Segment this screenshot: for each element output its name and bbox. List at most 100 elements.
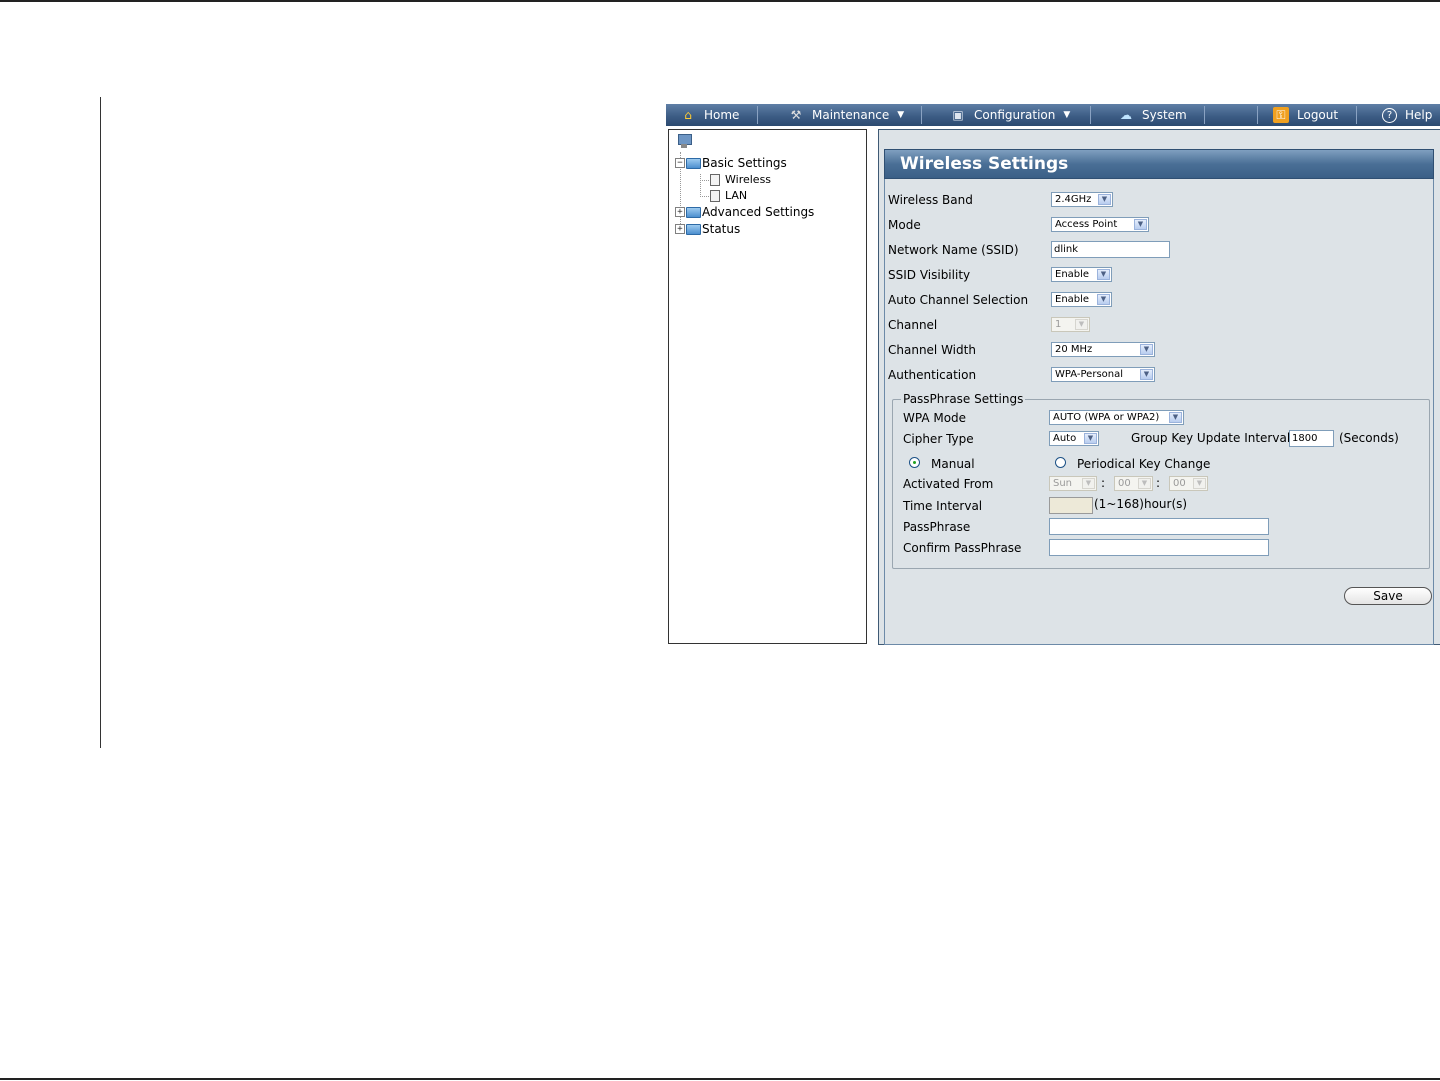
activated-day-value: Sun bbox=[1053, 478, 1073, 489]
main-panel: Wireless Settings Wireless Band 2.4GHz ▼… bbox=[878, 129, 1440, 645]
time-interval-hint: (1~168)hour(s) bbox=[1094, 497, 1188, 511]
menu-maintenance-label: Maintenance bbox=[812, 108, 890, 122]
auto-channel-select[interactable]: Enable ▼ bbox=[1051, 292, 1112, 307]
authentication-select[interactable]: WPA-Personal ▼ bbox=[1051, 367, 1155, 382]
channel-width-select[interactable]: 20 MHz ▼ bbox=[1051, 342, 1155, 357]
ssid-visibility-value: Enable bbox=[1055, 269, 1090, 280]
activated-hour-value: 00 bbox=[1118, 478, 1131, 489]
menu-logout[interactable]: ⚿ Logout bbox=[1273, 104, 1338, 126]
chevron-down-icon: ▼ bbox=[1134, 219, 1147, 230]
disk-icon: ▣ bbox=[952, 108, 964, 122]
passphrase-settings-legend: PassPhrase Settings bbox=[903, 392, 1024, 406]
menu-configuration[interactable]: ▣ Configuration ▼ bbox=[950, 104, 1070, 126]
chevron-down-icon: ▼ bbox=[1084, 433, 1097, 444]
menu-logout-label: Logout bbox=[1297, 108, 1339, 122]
confirm-passphrase-label: Confirm PassPhrase bbox=[903, 541, 1022, 555]
tree-node-advanced-settings[interactable]: + Advanced Settings bbox=[675, 205, 814, 219]
auto-channel-label: Auto Channel Selection bbox=[888, 293, 1029, 307]
expand-icon[interactable]: + bbox=[675, 224, 685, 234]
top-menubar: ⌂ Home ⚒ Maintenance ▼ ▣ Configuration ▼… bbox=[666, 104, 1440, 126]
passphrase-input[interactable] bbox=[1049, 518, 1269, 535]
channel-label: Channel bbox=[888, 318, 938, 332]
chevron-down-icon: ▼ bbox=[1098, 194, 1111, 205]
activated-day-select[interactable]: Sun ▼ bbox=[1049, 476, 1097, 491]
tree-line bbox=[700, 180, 709, 181]
wireless-band-label: Wireless Band bbox=[888, 193, 973, 207]
chevron-down-icon: ▼ bbox=[1138, 478, 1151, 489]
tree-node-lan[interactable]: LAN bbox=[710, 189, 747, 202]
navigation-tree: − Basic Settings Wireless LAN + Advanced… bbox=[668, 129, 867, 644]
cipher-type-select[interactable]: Auto ▼ bbox=[1049, 431, 1099, 446]
tools-icon: ⚒ bbox=[790, 108, 802, 122]
wireless-band-select[interactable]: 2.4GHz ▼ bbox=[1051, 192, 1113, 207]
menu-separator bbox=[1356, 106, 1357, 124]
wireless-settings-form: Wireless Band 2.4GHz ▼ Mode Access Point… bbox=[884, 179, 1434, 645]
activated-from-label: Activated From bbox=[903, 477, 994, 491]
group-key-input[interactable]: 1800 bbox=[1289, 430, 1334, 447]
tree-node-basic-settings[interactable]: − Basic Settings bbox=[675, 156, 787, 170]
menu-system-label: System bbox=[1142, 108, 1187, 122]
group-key-label: Group Key Update Interval bbox=[1131, 431, 1291, 445]
home-icon: ⌂ bbox=[684, 108, 692, 122]
periodical-key-change-label: Periodical Key Change bbox=[1077, 457, 1211, 471]
channel-select[interactable]: 1 ▼ bbox=[1051, 317, 1090, 332]
tree-label: Status bbox=[702, 222, 741, 236]
periodical-key-change-radio[interactable] bbox=[1055, 457, 1066, 468]
menu-maintenance[interactable]: ⚒ Maintenance ▼ bbox=[788, 104, 905, 126]
router-web-ui: ⌂ Home ⚒ Maintenance ▼ ▣ Configuration ▼… bbox=[666, 104, 1440, 645]
chevron-down-icon: ▼ bbox=[1075, 319, 1088, 330]
channel-width-label: Channel Width bbox=[888, 343, 976, 357]
menu-separator bbox=[757, 106, 758, 124]
page-icon bbox=[710, 189, 720, 202]
tree-line bbox=[700, 196, 709, 197]
wpa-mode-value: AUTO (WPA or WPA2) bbox=[1053, 412, 1160, 423]
page-top-rule bbox=[0, 0, 1440, 2]
menu-system[interactable]: ☁ System bbox=[1118, 104, 1187, 126]
auto-channel-value: Enable bbox=[1055, 294, 1090, 305]
folder-icon bbox=[686, 206, 701, 218]
time-interval-input[interactable] bbox=[1049, 497, 1093, 514]
tree-node-status[interactable]: + Status bbox=[675, 222, 740, 236]
time-separator: : bbox=[1156, 476, 1161, 490]
tree-label: LAN bbox=[725, 189, 748, 202]
page-icon bbox=[710, 173, 720, 186]
wireless-band-value: 2.4GHz bbox=[1055, 194, 1092, 205]
tree-node-wireless[interactable]: Wireless bbox=[710, 173, 771, 186]
manual-radio[interactable] bbox=[909, 457, 920, 468]
ssid-visibility-select[interactable]: Enable ▼ bbox=[1051, 267, 1112, 282]
activated-hour-select[interactable]: 00 ▼ bbox=[1114, 476, 1153, 491]
confirm-passphrase-input[interactable] bbox=[1049, 539, 1269, 556]
page-title: Wireless Settings bbox=[900, 154, 1069, 174]
time-interval-label: Time Interval bbox=[903, 499, 983, 513]
ssid-input[interactable]: dlink bbox=[1051, 241, 1170, 258]
chevron-down-icon: ▼ bbox=[1063, 110, 1071, 120]
authentication-value: WPA-Personal bbox=[1055, 369, 1124, 380]
cipher-type-label: Cipher Type bbox=[903, 432, 974, 446]
chevron-down-icon: ▼ bbox=[1140, 344, 1153, 355]
activated-minute-value: 00 bbox=[1173, 478, 1186, 489]
menu-separator bbox=[1204, 106, 1205, 124]
save-button[interactable]: Save bbox=[1344, 587, 1432, 605]
panel-header: Wireless Settings bbox=[884, 149, 1434, 179]
mode-label: Mode bbox=[888, 218, 921, 232]
group-key-unit: (Seconds) bbox=[1339, 431, 1399, 445]
time-separator: : bbox=[1101, 476, 1106, 490]
menu-separator bbox=[1257, 106, 1258, 124]
menu-home[interactable]: ⌂ Home bbox=[680, 104, 739, 126]
expand-icon[interactable]: + bbox=[675, 207, 685, 217]
folder-icon bbox=[686, 223, 701, 235]
menu-help[interactable]: ? Help bbox=[1382, 104, 1432, 126]
menu-separator bbox=[1090, 106, 1091, 124]
authentication-label: Authentication bbox=[888, 368, 977, 382]
wpa-mode-select[interactable]: AUTO (WPA or WPA2) ▼ bbox=[1049, 410, 1184, 425]
collapse-icon[interactable]: − bbox=[675, 158, 685, 168]
tree-line bbox=[700, 174, 701, 197]
mode-value: Access Point bbox=[1055, 219, 1118, 230]
menu-separator bbox=[921, 106, 922, 124]
chevron-down-icon: ▼ bbox=[1140, 369, 1153, 380]
chevron-down-icon: ▼ bbox=[1169, 412, 1182, 423]
mode-select[interactable]: Access Point ▼ bbox=[1051, 217, 1149, 232]
manual-label: Manual bbox=[931, 457, 975, 471]
tree-label: Advanced Settings bbox=[702, 205, 815, 219]
activated-minute-select[interactable]: 00 ▼ bbox=[1169, 476, 1208, 491]
